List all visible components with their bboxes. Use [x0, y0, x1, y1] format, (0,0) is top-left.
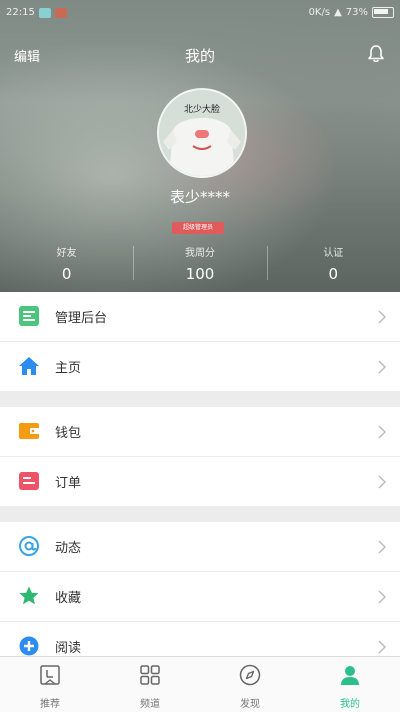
stat-value: 0 — [61, 265, 72, 283]
bell-icon[interactable] — [366, 44, 386, 64]
app-root: 22:15 0K/s ▲ 73% 编辑 我的 北少大脸 表少**** 超级管理员… — [0, 0, 400, 712]
menu-item-label: 阅读 — [55, 641, 82, 656]
battery-percent: 73% — [345, 7, 368, 18]
star-icon — [18, 585, 40, 607]
status-right: 0K/s ▲ 73% — [309, 7, 394, 18]
menu-list: 管理后台 主页 钱包 订单 动态 收藏 阅读 — [0, 292, 400, 671]
stat-value: 100 — [185, 265, 215, 283]
menu-item-wallet[interactable]: 钱包 — [0, 407, 400, 456]
stat-label: 好友 — [56, 248, 77, 259]
tab-mine[interactable]: 我的 — [300, 657, 400, 712]
menu-item-label: 主页 — [55, 361, 82, 376]
stat-points[interactable]: 我周分 100 — [133, 240, 266, 286]
tab-label: 发现 — [240, 699, 260, 710]
menu-item-order[interactable]: 订单 — [0, 456, 400, 506]
wallet-icon — [18, 420, 40, 442]
chevron-right-icon — [378, 589, 386, 604]
home-icon — [18, 355, 40, 377]
avatar[interactable]: 北少大脸 — [157, 88, 247, 178]
chevron-right-icon — [378, 639, 386, 654]
signal-icon: ▲ — [334, 7, 342, 18]
battery-icon — [372, 7, 394, 18]
status-time: 22:15 — [6, 7, 35, 18]
stats-row: 好友 0 我周分 100 认证 0 — [0, 240, 400, 286]
compass-icon — [239, 664, 261, 686]
menu-item-activity[interactable]: 动态 — [0, 522, 400, 571]
menu-group: 动态 收藏 阅读 — [0, 522, 400, 671]
notification-app-icon — [38, 7, 51, 18]
chevron-right-icon — [378, 539, 386, 554]
menu-item-home[interactable]: 主页 — [0, 341, 400, 391]
tab-label: 我的 — [340, 699, 360, 710]
tab-label: 频道 — [140, 699, 160, 710]
menu-item-label: 动态 — [55, 541, 82, 556]
channel-grid-icon — [139, 664, 161, 686]
menu-item-admin[interactable]: 管理后台 — [0, 292, 400, 341]
chevron-right-icon — [378, 474, 386, 489]
chevron-right-icon — [378, 309, 386, 324]
stat-verified[interactable]: 认证 0 — [266, 240, 400, 286]
section-divider — [0, 506, 400, 522]
status-bar: 22:15 0K/s ▲ 73% — [0, 0, 400, 26]
stat-label: 我周分 — [184, 248, 215, 259]
menu-group: 钱包 订单 — [0, 407, 400, 506]
page-title: 我的 — [184, 47, 215, 65]
chevron-right-icon — [378, 359, 386, 374]
stat-label: 认证 — [323, 248, 344, 259]
tab-channel[interactable]: 频道 — [100, 657, 200, 712]
order-icon — [18, 470, 40, 492]
menu-item-favorites[interactable]: 收藏 — [0, 571, 400, 621]
menu-item-label: 订单 — [55, 476, 82, 491]
person-icon — [339, 664, 361, 686]
tab-recommend[interactable]: 推荐 — [0, 657, 100, 712]
section-divider — [0, 391, 400, 407]
avatar-caption: 北少大脸 — [184, 103, 220, 115]
top-nav: 编辑 我的 — [0, 36, 400, 72]
stat-value: 0 — [328, 265, 339, 283]
tab-discover[interactable]: 发现 — [200, 657, 300, 712]
menu-item-label: 管理后台 — [55, 311, 108, 326]
network-speed: 0K/s — [308, 7, 331, 18]
role-badge: 超级管理员 — [172, 222, 224, 234]
at-icon — [18, 535, 40, 557]
menu-group: 管理后台 主页 — [0, 292, 400, 391]
read-icon — [18, 635, 40, 657]
status-left: 22:15 — [6, 7, 67, 18]
menu-item-label: 收藏 — [55, 591, 82, 606]
bottom-tab-bar: 推荐 频道 发现 我的 — [0, 656, 400, 712]
admin-icon — [18, 305, 40, 327]
stat-friends[interactable]: 好友 0 — [0, 240, 133, 286]
notification-app-icon — [54, 7, 67, 18]
profile-header: 22:15 0K/s ▲ 73% 编辑 我的 北少大脸 表少**** 超级管理员… — [0, 0, 400, 292]
recommend-icon — [39, 664, 61, 686]
menu-item-label: 钱包 — [55, 426, 82, 441]
chevron-right-icon — [378, 424, 386, 439]
tab-label: 推荐 — [40, 699, 60, 710]
username: 表少**** — [169, 188, 230, 206]
